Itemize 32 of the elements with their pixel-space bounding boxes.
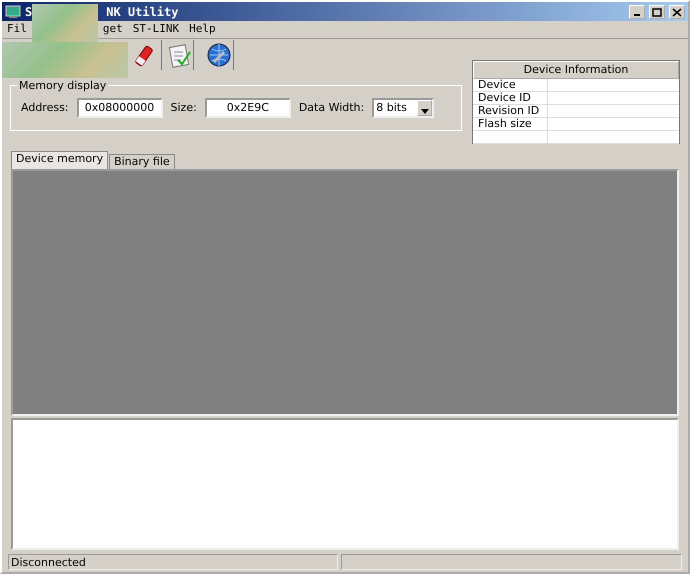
globe-icon <box>206 42 232 68</box>
maximize-button[interactable] <box>649 4 665 19</box>
table-cell: Flash size <box>473 118 548 130</box>
dropdown-value: 8 bits <box>376 100 407 116</box>
table-cell: Device <box>473 78 548 91</box>
menu-item[interactable]: Fil <box>2 21 32 38</box>
field-label: Data Width: <box>298 100 364 116</box>
field-label: Address: <box>21 100 69 116</box>
close-icon <box>672 8 682 17</box>
table-cell: Revision ID <box>473 104 548 117</box>
menu-item[interactable]: get <box>98 21 128 38</box>
status-text: Disconnected <box>8 554 338 570</box>
address-field[interactable]: 0x08000000 <box>76 98 163 118</box>
maximize-icon <box>652 8 662 17</box>
minimize-button[interactable] <box>629 4 645 19</box>
dropdown-arrow-icon <box>420 108 429 114</box>
group-label: Memory display <box>17 78 108 94</box>
menu-item[interactable]: Help <box>184 21 221 38</box>
size-field[interactable]: 0x2E9C <box>204 98 291 118</box>
app-icon <box>5 4 21 19</box>
close-button[interactable] <box>669 4 685 19</box>
tab[interactable]: Binary file <box>109 154 175 170</box>
data-width-dropdown[interactable]: 8 bits <box>372 98 434 118</box>
column-header: Device Information <box>473 60 679 79</box>
window-title: S <box>25 4 32 21</box>
field-label: Size: <box>170 100 197 116</box>
dropdown-button[interactable] <box>417 100 432 116</box>
window-title: NK Utility <box>106 4 178 21</box>
table-cell: Device ID <box>473 92 548 104</box>
tab[interactable]: Device memory <box>11 151 108 170</box>
menu-item[interactable]: ST-LINK <box>128 21 184 38</box>
minimize-icon <box>634 14 640 16</box>
